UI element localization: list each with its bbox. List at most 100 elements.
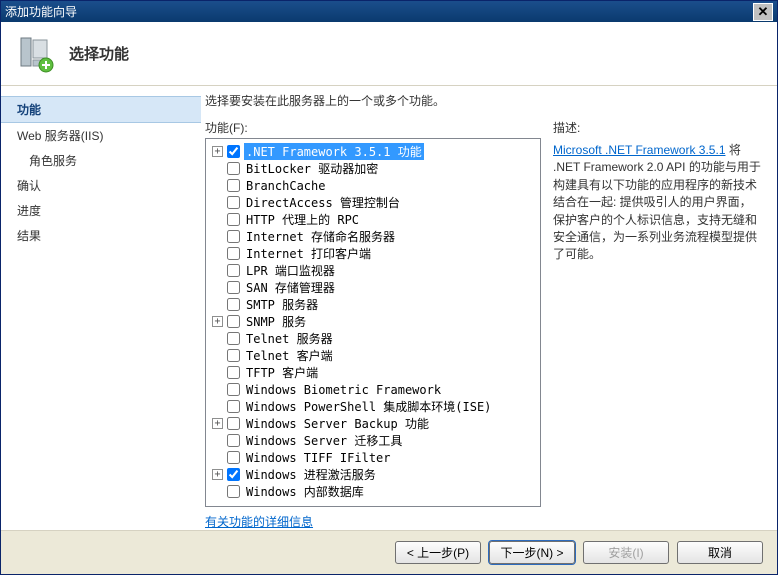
description-text: Microsoft .NET Framework 3.5.1 将 .NET Fr… — [553, 142, 763, 264]
feature-item[interactable]: SAN 存储管理器 — [208, 279, 538, 296]
feature-label: Windows TIFF IFilter — [244, 451, 393, 465]
feature-item[interactable]: Windows Server 迁移工具 — [208, 432, 538, 449]
feature-checkbox[interactable] — [227, 332, 240, 345]
feature-label: HTTP 代理上的 RPC — [244, 211, 361, 228]
feature-item[interactable]: LPR 端口监视器 — [208, 262, 538, 279]
more-info-row: 有关功能的详细信息 — [205, 513, 541, 530]
feature-label: SAN 存储管理器 — [244, 279, 337, 296]
feature-item[interactable]: Internet 存储命名服务器 — [208, 228, 538, 245]
feature-item[interactable]: + .NET Framework 3.5.1 功能 — [208, 143, 538, 160]
feature-checkbox[interactable] — [227, 349, 240, 362]
feature-checkbox[interactable] — [227, 400, 240, 413]
instruction-text: 选择要安装在此服务器上的一个或多个功能。 — [205, 92, 763, 109]
sidebar-item[interactable]: 进度 — [1, 198, 201, 223]
server-feature-icon — [15, 34, 55, 74]
feature-checkbox[interactable] — [227, 315, 240, 328]
cancel-button[interactable]: 取消 — [677, 541, 763, 564]
header: 选择功能 — [1, 22, 777, 86]
feature-checkbox[interactable] — [227, 179, 240, 192]
features-label: 功能(F): — [205, 119, 541, 136]
feature-item[interactable]: Windows PowerShell 集成脚本环境(ISE) — [208, 398, 538, 415]
body: 功能Web 服务器(IIS)角色服务确认进度结果 选择要安装在此服务器上的一个或… — [1, 86, 777, 530]
feature-item[interactable]: HTTP 代理上的 RPC — [208, 211, 538, 228]
feature-checkbox[interactable] — [227, 196, 240, 209]
description-label: 描述: — [553, 119, 763, 136]
feature-item[interactable]: + SNMP 服务 — [208, 313, 538, 330]
expander-icon[interactable]: + — [212, 418, 223, 429]
columns: 功能(F): + .NET Framework 3.5.1 功能BitLocker… — [205, 119, 763, 530]
feature-item[interactable]: Telnet 服务器 — [208, 330, 538, 347]
main-panel: 选择要安装在此服务器上的一个或多个功能。 功能(F): + .NET Framew… — [201, 86, 777, 530]
feature-label: Windows Biometric Framework — [244, 383, 443, 397]
sidebar-item[interactable]: 确认 — [1, 173, 201, 198]
feature-label: DirectAccess 管理控制台 — [244, 194, 402, 211]
feature-item[interactable]: Windows 内部数据库 — [208, 483, 538, 500]
feature-label: Windows 内部数据库 — [244, 483, 366, 500]
feature-label: Telnet 服务器 — [244, 330, 335, 347]
titlebar: 添加功能向导 ✕ — [1, 1, 777, 22]
feature-checkbox[interactable] — [227, 417, 240, 430]
expander-icon[interactable]: + — [212, 146, 223, 157]
sidebar: 功能Web 服务器(IIS)角色服务确认进度结果 — [1, 86, 201, 530]
window-title: 添加功能向导 — [5, 3, 753, 20]
feature-label: SNMP 服务 — [244, 313, 308, 330]
feature-checkbox[interactable] — [227, 230, 240, 243]
feature-item[interactable]: BranchCache — [208, 177, 538, 194]
feature-checkbox[interactable] — [227, 298, 240, 311]
feature-label: Internet 打印客户端 — [244, 245, 373, 262]
footer: < 上一步(P) 下一步(N) > 安装(I) 取消 — [1, 530, 777, 574]
feature-item[interactable]: SMTP 服务器 — [208, 296, 538, 313]
feature-checkbox[interactable] — [227, 162, 240, 175]
feature-checkbox[interactable] — [227, 247, 240, 260]
sidebar-item[interactable]: 角色服务 — [1, 148, 201, 173]
more-info-link[interactable]: 有关功能的详细信息 — [205, 515, 313, 529]
page-heading: 选择功能 — [69, 43, 129, 64]
sidebar-item[interactable]: Web 服务器(IIS) — [1, 123, 201, 148]
install-button[interactable]: 安装(I) — [583, 541, 669, 564]
description-link[interactable]: Microsoft .NET Framework 3.5.1 — [553, 143, 726, 157]
feature-label: Windows 进程激活服务 — [244, 466, 378, 483]
wizard-window: 添加功能向导 ✕ 选择功能 功能Web 服务器(IIS)角色服务确认进度结果 选… — [0, 0, 778, 575]
feature-label: Windows Server 迁移工具 — [244, 432, 404, 449]
close-button[interactable]: ✕ — [753, 3, 773, 21]
feature-checkbox[interactable] — [227, 383, 240, 396]
feature-item[interactable]: BitLocker 驱动器加密 — [208, 160, 538, 177]
feature-label: .NET Framework 3.5.1 功能 — [244, 143, 424, 160]
feature-item[interactable]: Internet 打印客户端 — [208, 245, 538, 262]
feature-checkbox[interactable] — [227, 145, 240, 158]
feature-item[interactable]: Windows TIFF IFilter — [208, 449, 538, 466]
feature-checkbox[interactable] — [227, 213, 240, 226]
feature-checkbox[interactable] — [227, 451, 240, 464]
feature-checkbox[interactable] — [227, 366, 240, 379]
feature-checkbox[interactable] — [227, 485, 240, 498]
feature-item[interactable]: Telnet 客户端 — [208, 347, 538, 364]
feature-label: Telnet 客户端 — [244, 347, 335, 364]
feature-checkbox[interactable] — [227, 264, 240, 277]
features-tree[interactable]: + .NET Framework 3.5.1 功能BitLocker 驱动器加密 B… — [205, 138, 541, 507]
feature-label: SMTP 服务器 — [244, 296, 320, 313]
feature-item[interactable]: + Windows 进程激活服务 — [208, 466, 538, 483]
feature-item[interactable]: TFTP 客户端 — [208, 364, 538, 381]
next-button[interactable]: 下一步(N) > — [489, 541, 575, 564]
feature-label: LPR 端口监视器 — [244, 262, 337, 279]
feature-label: TFTP 客户端 — [244, 364, 320, 381]
description-column: 描述: Microsoft .NET Framework 3.5.1 将 .NE… — [553, 119, 763, 530]
feature-checkbox[interactable] — [227, 434, 240, 447]
features-column: 功能(F): + .NET Framework 3.5.1 功能BitLocker… — [205, 119, 541, 530]
feature-checkbox[interactable] — [227, 281, 240, 294]
expander-icon[interactable]: + — [212, 469, 223, 480]
expander-icon[interactable]: + — [212, 316, 223, 327]
feature-label: BitLocker 驱动器加密 — [244, 160, 380, 177]
sidebar-item[interactable]: 结果 — [1, 223, 201, 248]
sidebar-item[interactable]: 功能 — [1, 96, 201, 123]
description-body: 将 .NET Framework 2.0 API 的功能与用于构建具有以下功能的… — [553, 143, 761, 261]
feature-label: Windows PowerShell 集成脚本环境(ISE) — [244, 398, 493, 415]
feature-label: Internet 存储命名服务器 — [244, 228, 397, 245]
feature-label: Windows Server Backup 功能 — [244, 415, 431, 432]
feature-item[interactable]: + Windows Server Backup 功能 — [208, 415, 538, 432]
previous-button[interactable]: < 上一步(P) — [395, 541, 481, 564]
feature-label: BranchCache — [244, 179, 327, 193]
feature-checkbox[interactable] — [227, 468, 240, 481]
feature-item[interactable]: Windows Biometric Framework — [208, 381, 538, 398]
feature-item[interactable]: DirectAccess 管理控制台 — [208, 194, 538, 211]
